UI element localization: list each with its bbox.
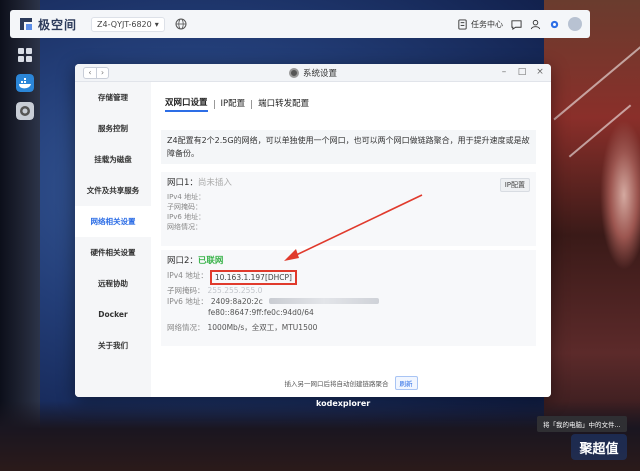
port2-ipv4-value: 10.163.1.197[DHCP]: [209, 270, 297, 285]
globe-icon[interactable]: [175, 18, 187, 30]
message-icon[interactable]: [511, 19, 522, 30]
port1-net-label: 网络情况：: [167, 223, 202, 231]
port2-net-row: 网络情况： 1000Mb/s，全双工，MTU1500: [167, 322, 530, 333]
settings-sidebar: 存储管理 服务控制 挂载为磁盘 文件及共享服务 网络相关设置 硬件相关设置 远程…: [75, 82, 151, 397]
port2-ipv6-row: IPv6 地址： 2409:8a20:2c: [167, 296, 530, 307]
device-selector[interactable]: Z4-QYJT-6820 ▾: [91, 16, 165, 32]
tab-dual-port[interactable]: 双网口设置: [165, 96, 208, 112]
gear-icon[interactable]: [549, 19, 560, 30]
port2-ipv4-row: IPv4 地址： 10.163.1.197[DHCP]: [167, 270, 530, 285]
port2-net-value: 1000Mb/s，全双工，MTU1500: [207, 323, 318, 332]
forward-arrow-icon[interactable]: ›: [96, 68, 108, 78]
device-name: Z4-QYJT-6820: [97, 19, 152, 29]
tab-ip-config[interactable]: IP配置: [221, 97, 246, 111]
port2-ipv6-label: IPv6 地址：: [167, 297, 208, 306]
ip-config-button[interactable]: IP配置: [499, 178, 530, 192]
port1-status: 尚未插入: [197, 178, 232, 188]
tab-divider: [213, 99, 215, 109]
back-arrow-icon[interactable]: ‹: [84, 68, 96, 78]
tab-bar: 双网口设置 IP配置 端口转发配置: [165, 96, 309, 112]
sidebar-item-storage[interactable]: 存储管理: [75, 82, 151, 113]
sidebar-item-mount-disk[interactable]: 挂载为磁盘: [75, 144, 151, 175]
sidebar-item-hardware[interactable]: 硬件相关设置: [75, 237, 151, 268]
port2-status: 已联网: [197, 256, 224, 266]
port2-panel: 网口2：已联网 IPv4 地址： 10.163.1.197[DHCP] 子网掩码…: [161, 250, 536, 346]
svg-text:聚超值: 聚超值: [578, 441, 618, 457]
sidebar-item-about[interactable]: 关于我们: [75, 330, 151, 361]
window-controls: – □ ×: [499, 67, 545, 77]
tab-divider: [251, 99, 253, 109]
task-center-button[interactable]: 任务中心: [457, 18, 503, 30]
refresh-button[interactable]: 刷新: [394, 376, 418, 390]
port2-ipv6-link-local: fe80::8647:9ff:fe0c:94d0/64: [208, 308, 314, 317]
docker-icon[interactable]: [16, 74, 34, 92]
aggregation-note: 插入另一网口后将自动创建链路聚合: [284, 380, 389, 388]
bottom-note: 插入另一网口后将自动创建链路聚合 刷新: [151, 376, 551, 390]
description-text: Z4配置有2个2.5G的网络，可以单独使用一个网口，也可以两个网口做链路聚合，用…: [161, 130, 536, 164]
port2-ipv6-row2: fe80::8647:9ff:fe0c:94d0/64: [167, 307, 530, 318]
task-center-label: 任务中心: [471, 19, 503, 29]
port2-mask-label: 子网掩码：: [167, 286, 205, 295]
dock: [10, 46, 40, 156]
apps-grid-icon[interactable]: [16, 46, 34, 64]
settings-main: 双网口设置 IP配置 端口转发配置 Z4配置有2个2.5G的网络，可以单独使用一…: [151, 82, 551, 397]
port1-panel: 网口1：尚未插入 IPv4 地址： 子网掩码： IPv6 地址： 网络情况： I…: [161, 172, 536, 246]
sidebar-item-services[interactable]: 服务控制: [75, 113, 151, 144]
port2-label: 网口2：: [167, 256, 198, 266]
wallpaper-bottom: [0, 401, 640, 471]
system-settings-window: ‹ › 系统设置 – □ × 存储管理 服务控制 挂载为磁盘 文件及共享服务 网…: [75, 64, 551, 397]
task-icon: [458, 18, 467, 30]
sidebar-item-docker[interactable]: Docker: [75, 299, 151, 330]
watermark-logo: 聚超值: [571, 434, 627, 460]
minimize-icon[interactable]: –: [499, 67, 509, 77]
settings-icon: [288, 67, 299, 78]
port2-ipv6-value: 2409:8a20:2c: [210, 297, 263, 306]
port1-ipv4-label: IPv4 地址：: [167, 193, 206, 201]
window-titlebar: ‹ › 系统设置 – □ ×: [75, 64, 551, 82]
avatar[interactable]: [568, 17, 582, 31]
window-title: 系统设置: [288, 67, 338, 79]
maximize-icon[interactable]: □: [517, 67, 527, 77]
port1-title: 网口1：尚未插入: [167, 176, 530, 188]
logo-text: 极空间: [38, 17, 78, 32]
top-bar: 极空间 Z4-QYJT-6820 ▾ 任务中心: [10, 10, 590, 38]
port1-label: 网口1：: [167, 178, 198, 188]
window-title-text: 系统设置: [302, 68, 338, 79]
port2-ipv4-label: IPv4 地址：: [167, 271, 208, 280]
close-icon[interactable]: ×: [535, 67, 545, 77]
sidebar-item-remote-assist[interactable]: 远程协助: [75, 268, 151, 299]
settings-app-icon[interactable]: [16, 102, 34, 120]
logo-icon: [20, 18, 32, 30]
user-icon[interactable]: [530, 19, 541, 30]
sidebar-item-file-sharing[interactable]: 文件及共享服务: [75, 175, 151, 206]
tab-port-forward[interactable]: 端口转发配置: [258, 97, 309, 111]
port2-mask-row: 子网掩码： 255.255.255.0: [167, 285, 530, 296]
port2-title: 网口2：已联网: [167, 254, 530, 266]
port1-mask-label: 子网掩码：: [167, 203, 202, 211]
blurred-region: [268, 298, 379, 304]
port1-ipv6-label: IPv6 地址：: [167, 213, 206, 221]
app-logo[interactable]: 极空间: [18, 16, 77, 33]
desktop-app-label[interactable]: kodexplorer: [316, 399, 370, 408]
port2-net-label: 网络情况：: [167, 323, 205, 332]
sidebar-item-network[interactable]: 网络相关设置: [75, 206, 151, 237]
port2-mask-value: 255.255.255.0: [207, 286, 263, 295]
nav-arrows: ‹ ›: [83, 67, 109, 79]
chevron-down-icon: ▾: [154, 19, 159, 29]
